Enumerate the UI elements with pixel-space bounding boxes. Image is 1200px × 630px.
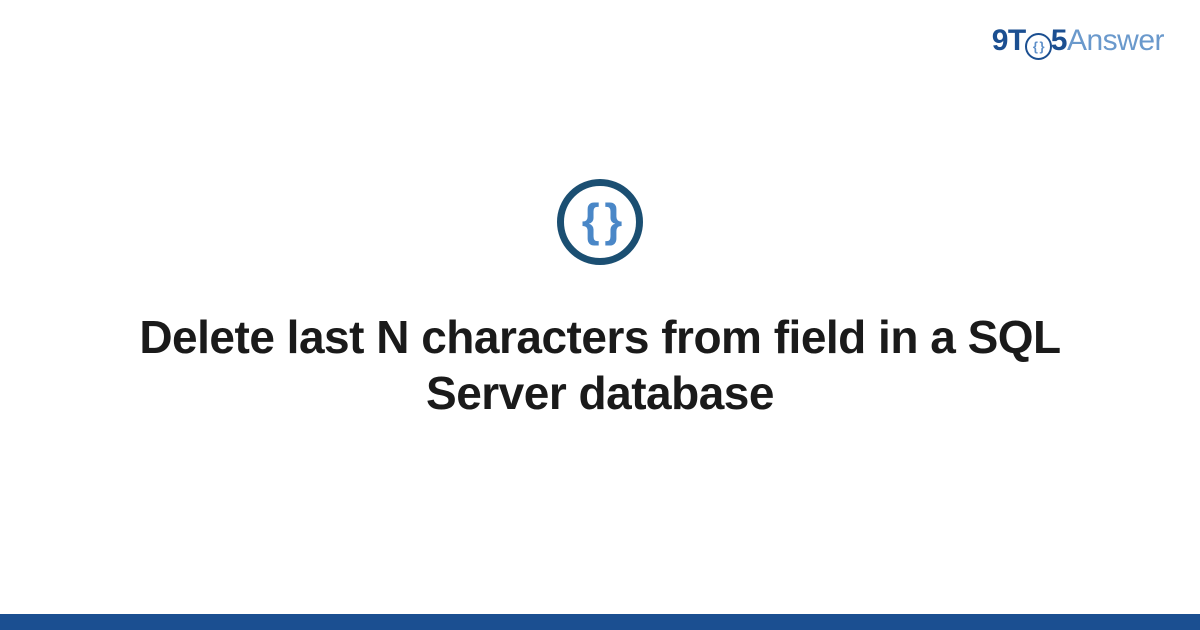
main-content: { } Delete last N characters from field … [0,0,1200,630]
category-badge: { } [557,179,643,265]
code-braces-icon: { } [582,197,619,243]
question-title: Delete last N characters from field in a… [120,309,1080,421]
footer-accent-bar [0,614,1200,630]
